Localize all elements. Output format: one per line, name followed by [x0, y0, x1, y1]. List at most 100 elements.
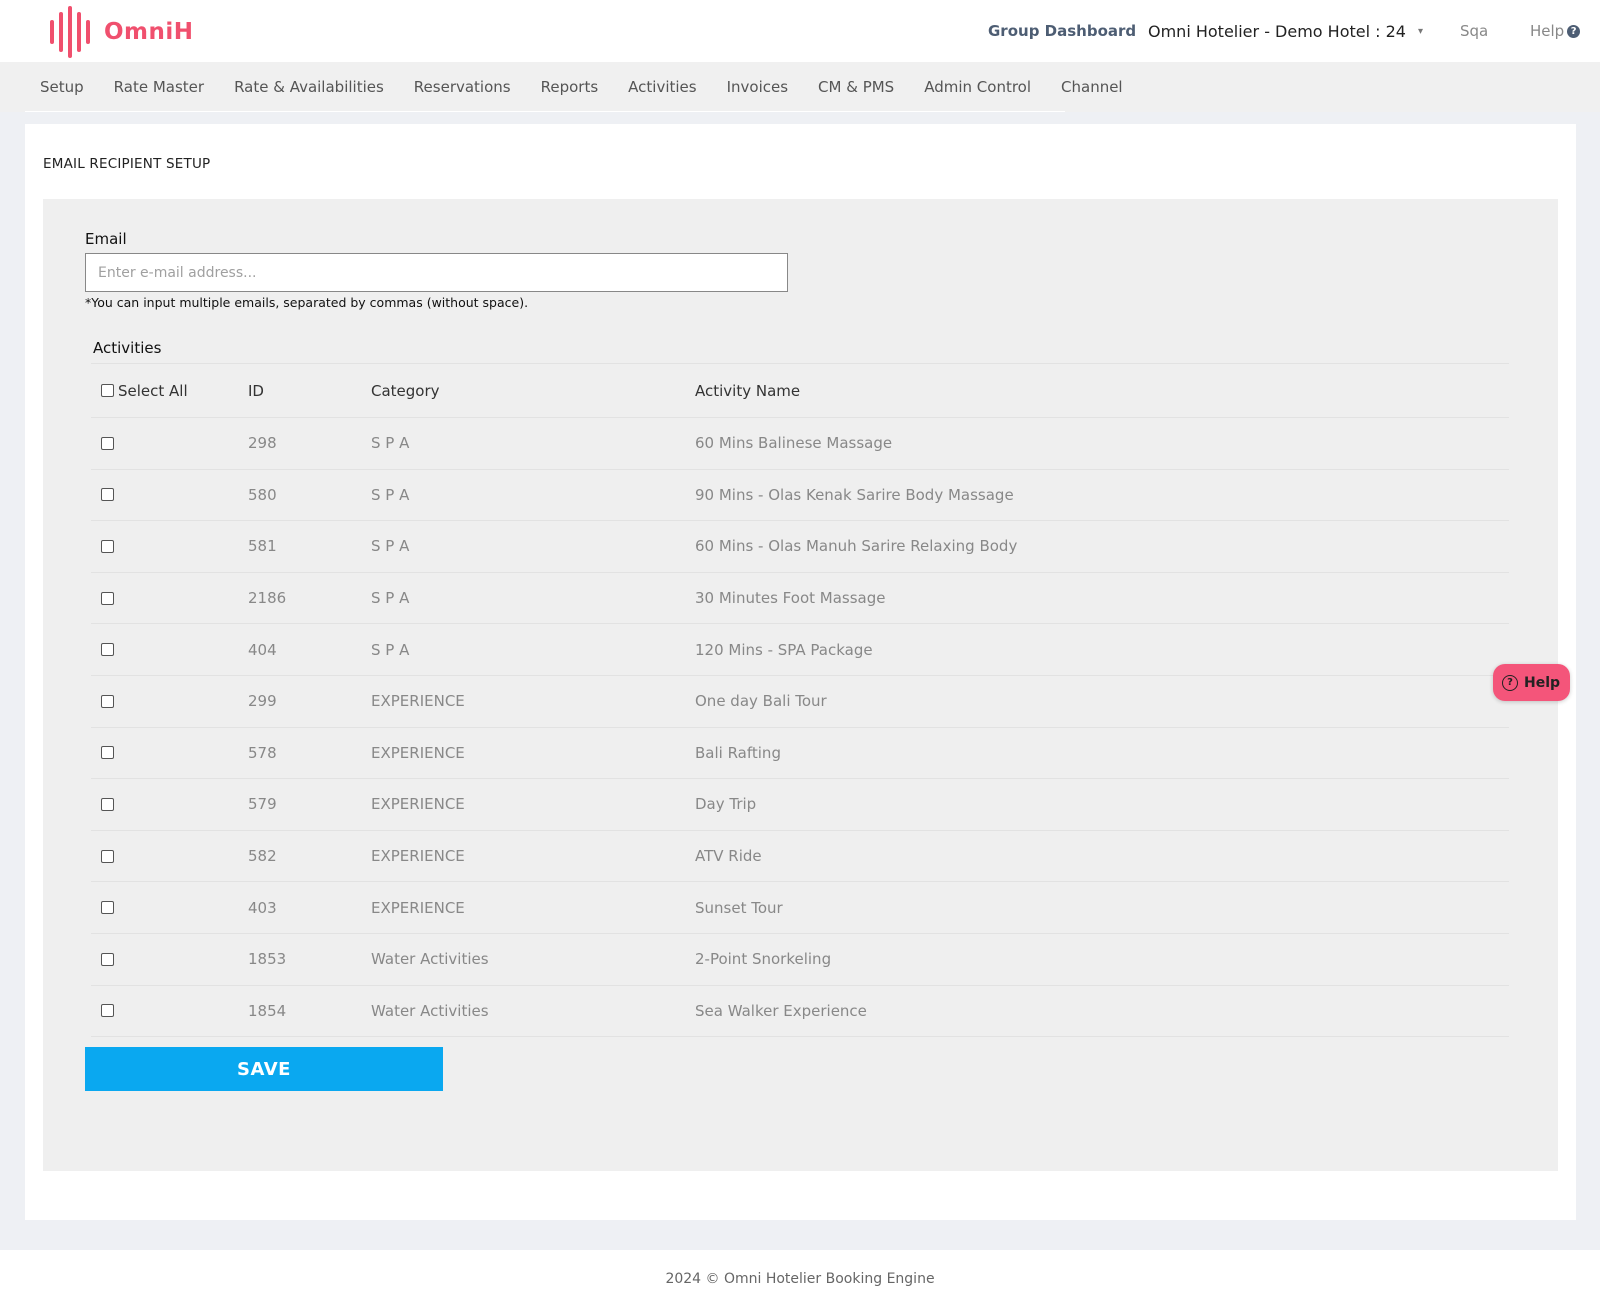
cell-activity-name: 2-Point Snorkeling	[695, 950, 832, 969]
nav-item-setup[interactable]: Setup	[40, 78, 84, 96]
table-body: 298 S P A 60 Mins Balinese Massage 580 S P A…	[91, 418, 1509, 1038]
cell-id: 582	[248, 847, 277, 866]
select-all-control[interactable]: Select All	[101, 382, 188, 400]
table-row: 582 EXPERIENCE ATV Ride	[91, 831, 1509, 883]
table-row: 2186 S P A 30 Minutes Foot Massage	[91, 573, 1509, 625]
select-all-checkbox[interactable]	[101, 384, 114, 397]
row-checkbox[interactable]	[101, 746, 114, 760]
table-row: 1853 Water Activities 2-Point Snorkeling	[91, 934, 1509, 986]
table-row: 404 S P A 120 Mins - SPA Package	[91, 624, 1509, 676]
question-circle-icon: ?	[1567, 24, 1581, 38]
floating-help-label: Help	[1524, 674, 1561, 691]
nav-item-reservations[interactable]: Reservations	[414, 78, 511, 96]
form-panel: Email *You can input multiple emails, se…	[43, 199, 1558, 1171]
cell-id: 1853	[248, 950, 287, 969]
chevron-down-icon[interactable]: ▾	[1418, 0, 1423, 62]
table-row: 299 EXPERIENCE One day Bali Tour	[91, 676, 1509, 728]
cell-category: S P A	[371, 640, 410, 659]
table-row: 580 S P A 90 Mins - Olas Kenak Sarire Body…	[91, 470, 1509, 522]
email-label: Email	[85, 230, 127, 248]
row-checkbox[interactable]	[101, 694, 114, 708]
row-checkbox-cell[interactable]	[101, 952, 114, 966]
nav-item-invoices[interactable]: Invoices	[727, 78, 788, 96]
save-button[interactable]: SAVE	[85, 1047, 443, 1091]
nav-item-activities[interactable]: Activities	[628, 78, 696, 96]
cell-activity-name: Sunset Tour	[695, 898, 783, 917]
select-all-label: Select All	[118, 381, 188, 400]
row-checkbox-cell[interactable]	[101, 436, 114, 450]
cell-id: 403	[248, 898, 277, 917]
cell-category: EXPERIENCE	[371, 795, 465, 814]
main-navbar: Setup Rate Master Rate & Availabilities …	[0, 62, 1600, 112]
nav-item-rate-availabilities[interactable]: Rate & Availabilities	[234, 78, 384, 96]
row-checkbox-cell[interactable]	[101, 849, 114, 863]
cell-id: 579	[248, 795, 277, 814]
cell-activity-name: 120 Mins - SPA Package	[695, 640, 873, 659]
cell-activity-name: 60 Mins Balinese Massage	[695, 434, 893, 453]
cell-category: S P A	[371, 537, 410, 556]
table-row: 403 EXPERIENCE Sunset Tour	[91, 882, 1509, 934]
cell-activity-name: 60 Mins - Olas Manuh Sarire Relaxing Bod…	[695, 537, 1018, 556]
activities-title: Activities	[93, 339, 162, 357]
row-checkbox[interactable]	[101, 488, 114, 502]
table-row: 581 S P A 60 Mins - Olas Manuh Sarire Rela…	[91, 521, 1509, 573]
floating-help-button[interactable]: ? Help	[1493, 664, 1570, 701]
content-card: EMAIL RECIPIENT SETUP Email *You can inp…	[25, 124, 1576, 1220]
question-circle-icon: ?	[1502, 674, 1518, 691]
cell-id: 580	[248, 485, 277, 504]
table-row: 298 S P A 60 Mins Balinese Massage	[91, 418, 1509, 470]
nav-item-admin-control[interactable]: Admin Control	[924, 78, 1031, 96]
cell-id: 404	[248, 640, 277, 659]
row-checkbox[interactable]	[101, 901, 114, 915]
cell-activity-name: 90 Mins - Olas Kenak Sarire Body Massage	[695, 485, 1014, 504]
row-checkbox[interactable]	[101, 849, 114, 863]
row-checkbox-cell[interactable]	[101, 643, 114, 657]
nav-item-cm-pms[interactable]: CM & PMS	[818, 78, 894, 96]
help-link-label: Help	[1530, 22, 1565, 40]
logo-icon	[50, 6, 90, 58]
row-checkbox-cell[interactable]	[101, 901, 114, 915]
cell-activity-name: Bali Rafting	[695, 743, 781, 762]
email-input[interactable]	[85, 253, 788, 292]
row-checkbox[interactable]	[101, 1004, 114, 1018]
hotel-selector[interactable]: Omni Hotelier - Demo Hotel : 24	[1148, 0, 1406, 62]
cell-id: 299	[248, 692, 277, 711]
row-checkbox[interactable]	[101, 643, 114, 657]
nav-item-reports[interactable]: Reports	[541, 78, 599, 96]
row-checkbox-cell[interactable]	[101, 1004, 114, 1018]
page-title: EMAIL RECIPIENT SETUP	[43, 156, 211, 172]
row-checkbox[interactable]	[101, 436, 114, 450]
brand-logo[interactable]: OmniH	[48, 6, 194, 58]
cell-id: 578	[248, 743, 277, 762]
cell-category: S P A	[371, 589, 410, 608]
row-checkbox[interactable]	[101, 591, 114, 605]
nav-item-rate-master[interactable]: Rate Master	[114, 78, 204, 96]
group-dashboard-link[interactable]: Group Dashboard	[988, 0, 1136, 62]
nav-item-channel[interactable]: Channel	[1061, 78, 1123, 96]
column-header-activity-name: Activity Name	[695, 381, 801, 400]
user-menu[interactable]: Sqa	[1460, 0, 1488, 62]
table-row: 1854 Water Activities Sea Walker Experienc…	[91, 986, 1509, 1038]
cell-category: EXPERIENCE	[371, 898, 465, 917]
cell-category: Water Activities	[371, 950, 489, 969]
help-link[interactable]: Help ?	[1530, 0, 1581, 62]
nav-menu: Setup Rate Master Rate & Availabilities …	[25, 62, 1123, 112]
row-checkbox-cell[interactable]	[101, 746, 114, 760]
cell-activity-name: One day Bali Tour	[695, 692, 827, 711]
table-row: 578 EXPERIENCE Bali Rafting	[91, 728, 1509, 780]
row-checkbox[interactable]	[101, 539, 114, 553]
table-row: 579 EXPERIENCE Day Trip	[91, 779, 1509, 831]
cell-id: 581	[248, 537, 277, 556]
row-checkbox-cell[interactable]	[101, 591, 114, 605]
cell-id: 1854	[248, 1001, 287, 1020]
row-checkbox-cell[interactable]	[101, 488, 114, 502]
table-header: Select All ID Category Activity Name	[91, 363, 1509, 418]
row-checkbox-cell[interactable]	[101, 539, 114, 553]
column-header-category: Category	[371, 381, 440, 400]
row-checkbox-cell[interactable]	[101, 797, 114, 811]
brand-name: OmniH	[104, 19, 194, 45]
cell-activity-name: Day Trip	[695, 795, 757, 814]
row-checkbox[interactable]	[101, 797, 114, 811]
row-checkbox-cell[interactable]	[101, 694, 114, 708]
row-checkbox[interactable]	[101, 952, 114, 966]
